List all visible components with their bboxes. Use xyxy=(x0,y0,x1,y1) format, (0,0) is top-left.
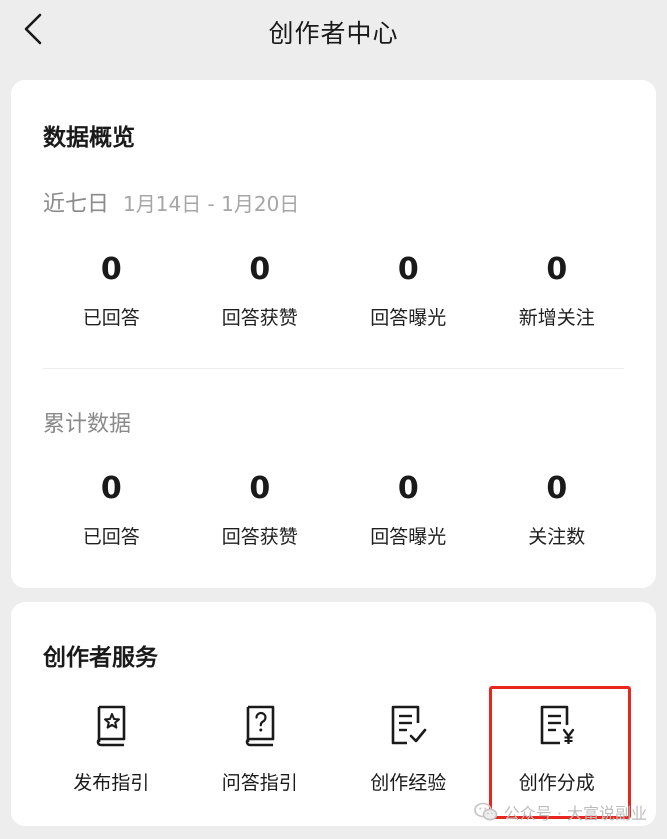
divider xyxy=(43,368,624,369)
stat-total-followers[interactable]: 0 关注数 xyxy=(483,469,632,549)
stat-label: 新增关注 xyxy=(518,307,595,329)
stat-label: 回答曝光 xyxy=(370,526,447,548)
book-question-icon xyxy=(245,705,275,747)
stat-label: 关注数 xyxy=(528,526,586,548)
stat-value: 0 xyxy=(546,471,568,506)
stat-label: 已回答 xyxy=(82,526,140,548)
stat-label: 回答曝光 xyxy=(370,307,447,329)
recent-label: 近七日 xyxy=(43,192,110,217)
stat-recent-likes[interactable]: 0 回答获赞 xyxy=(186,250,335,330)
overview-title: 数据概览 xyxy=(43,125,135,151)
watermark: 公众号 · 大富说副业 xyxy=(473,800,647,824)
stat-value: 0 xyxy=(249,471,271,506)
page-title: 创作者中心 xyxy=(268,19,399,48)
stat-value: 0 xyxy=(100,252,122,287)
data-overview-card: 数据概览 近七日 1月14日 - 1月20日 0 已回答 0 回答获赞 0 回答… xyxy=(11,80,656,588)
stat-value: 0 xyxy=(249,252,271,287)
recent-stats: 0 已回答 0 回答获赞 0 回答曝光 0 新增关注 xyxy=(37,250,631,330)
service-label: 发布指引 xyxy=(73,772,150,794)
service-creation-experience[interactable]: 创作经验 xyxy=(334,700,483,795)
stat-label: 回答获赞 xyxy=(221,307,298,329)
service-publish-guide[interactable]: 发布指引 xyxy=(37,700,186,795)
stat-value: 0 xyxy=(397,252,419,287)
stat-value: 0 xyxy=(397,471,419,506)
cumulative-label: 累计数据 xyxy=(43,412,132,437)
services-title: 创作者服务 xyxy=(43,645,158,671)
service-label: 创作经验 xyxy=(370,772,447,794)
recent-range: 近七日 1月14日 - 1月20日 xyxy=(43,186,299,218)
stat-recent-new-followers[interactable]: 0 新增关注 xyxy=(483,250,632,330)
watermark-text: 公众号 · 大富说副业 xyxy=(503,804,647,823)
document-check-icon xyxy=(391,705,427,745)
stat-value: 0 xyxy=(546,252,568,287)
stat-value: 0 xyxy=(100,471,122,506)
stat-total-likes[interactable]: 0 回答获赞 xyxy=(186,469,335,549)
stat-recent-exposure[interactable]: 0 回答曝光 xyxy=(334,250,483,330)
book-star-icon xyxy=(97,705,126,747)
service-label: 问答指引 xyxy=(221,772,298,794)
stat-label: 已回答 xyxy=(82,307,140,329)
stat-label: 回答获赞 xyxy=(221,526,298,548)
date-range: 1月14日 - 1月20日 xyxy=(123,192,300,216)
cumulative-stats: 0 已回答 0 回答获赞 0 回答曝光 0 关注数 xyxy=(37,469,631,549)
wechat-icon xyxy=(473,802,498,821)
stat-total-exposure[interactable]: 0 回答曝光 xyxy=(334,469,483,549)
header-bar: 创作者中心 xyxy=(0,0,667,66)
service-qa-guide[interactable]: 问答指引 xyxy=(186,700,335,795)
stat-recent-answered[interactable]: 0 已回答 xyxy=(37,250,186,330)
stat-total-answered[interactable]: 0 已回答 xyxy=(37,469,186,549)
